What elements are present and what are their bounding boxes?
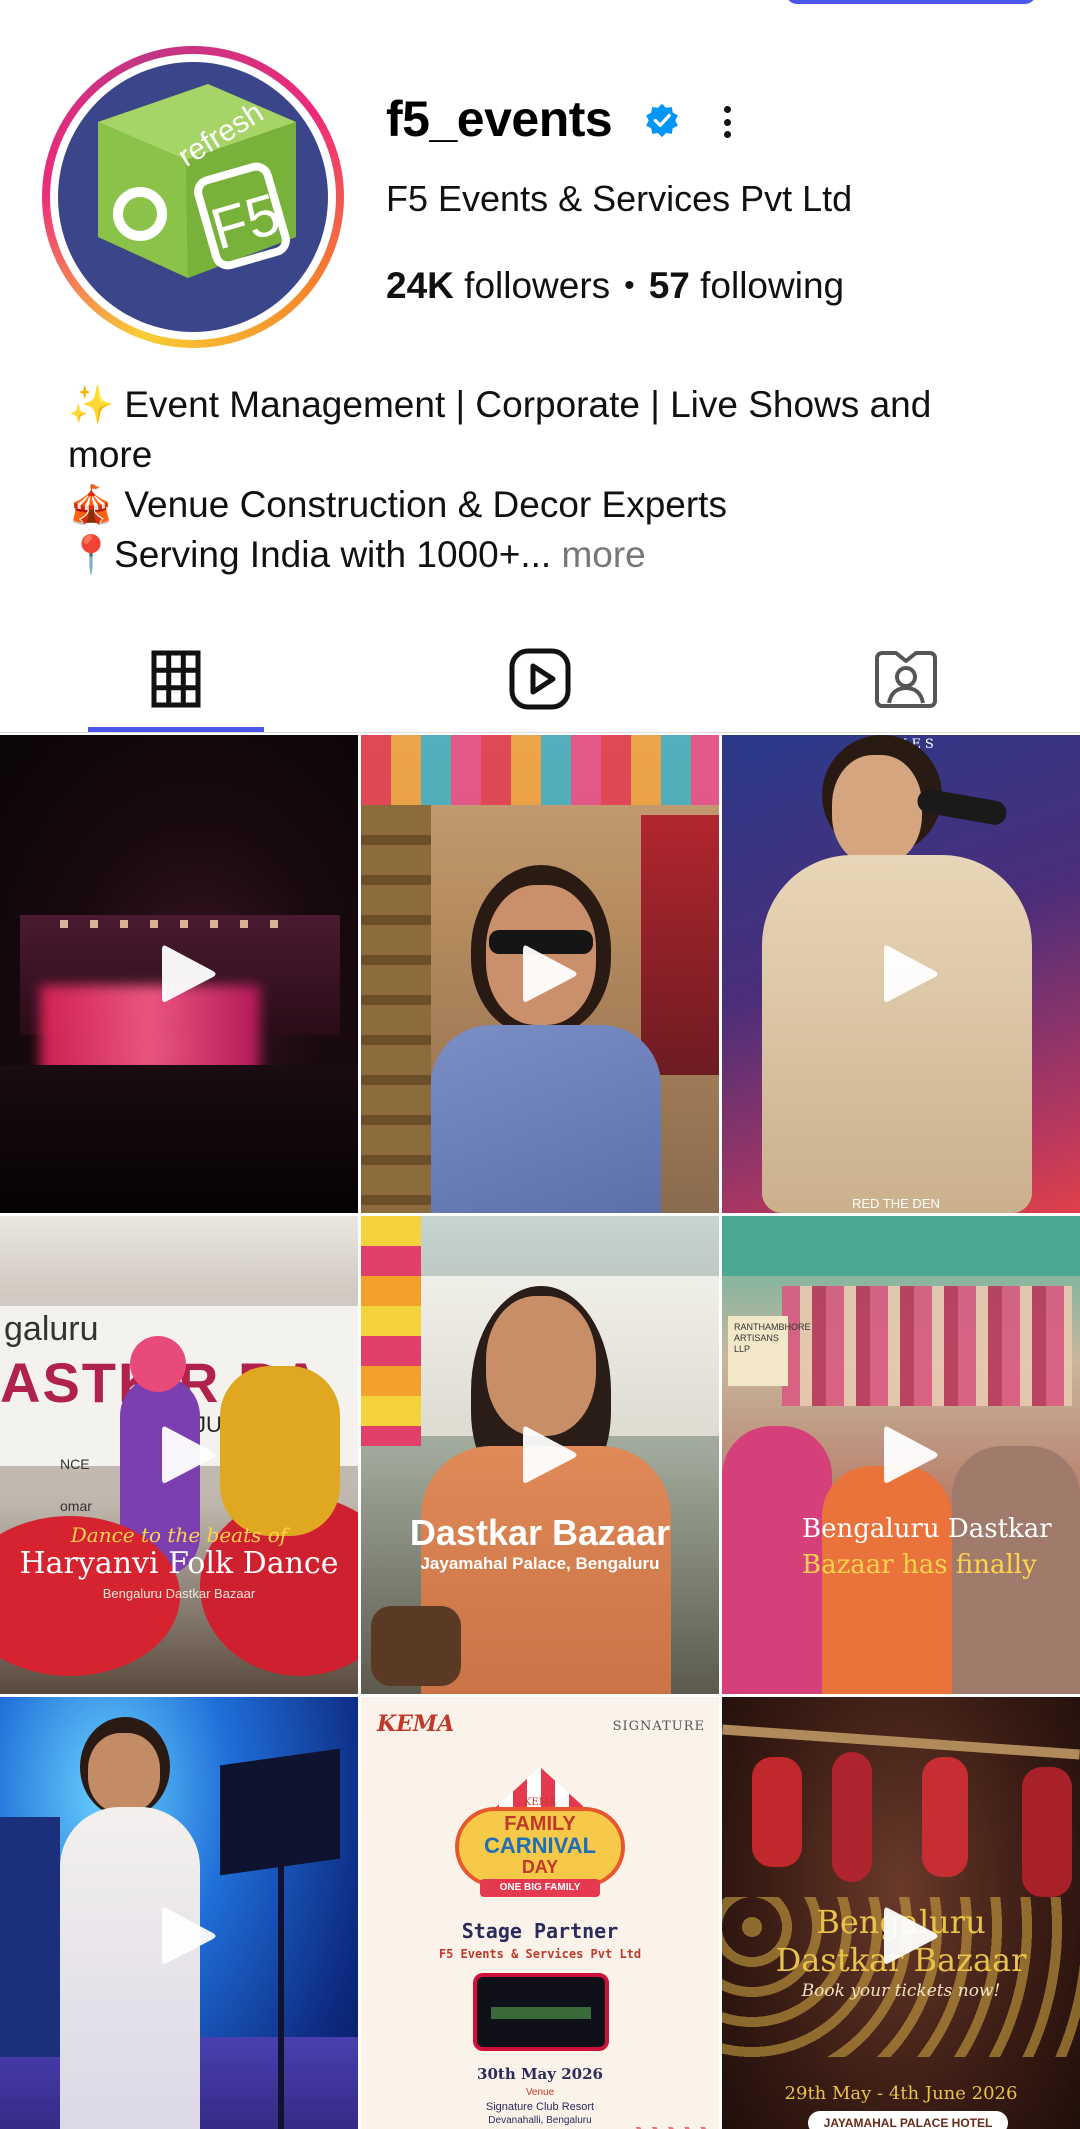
active-tab-indicator bbox=[88, 727, 264, 732]
reel-play-icon bbox=[523, 945, 577, 1002]
tile-4-banner-side2: omar bbox=[60, 1498, 92, 1514]
tile-4-banner-side: NCE bbox=[60, 1456, 90, 1472]
reel-play-icon bbox=[523, 1426, 577, 1483]
reel-play-icon bbox=[162, 1907, 216, 1964]
reel-play-icon bbox=[162, 945, 216, 1002]
tile-6-sign: RANTHAMBHORE ARTISANS LLP bbox=[728, 1316, 811, 1386]
tile-8-venue-city: Devanahalli, Bengaluru bbox=[488, 2115, 592, 2126]
tile-9-venue-pill: JAYAMAHAL PALACE HOTEL bbox=[808, 2111, 1008, 2129]
post-tile-6[interactable]: RANTHAMBHORE ARTISANS LLP Bengaluru Dast… bbox=[722, 1216, 1080, 1694]
tile-4-caption-big: Haryanvi Folk Dance bbox=[19, 1546, 339, 1581]
reel-play-icon bbox=[884, 1426, 938, 1483]
tile-8-date: 30th May 2026 bbox=[477, 2065, 603, 2083]
avatar: F5 refresh bbox=[58, 62, 328, 332]
reels-icon bbox=[509, 648, 571, 710]
profile-stats: 24K followers • 57 following bbox=[386, 265, 844, 307]
followers-stat[interactable]: 24K followers bbox=[386, 265, 610, 307]
posts-grid: HOMES RED THE DEN galuru ASTK R BA JUNE … bbox=[0, 735, 1080, 2129]
reel-play-icon bbox=[162, 1426, 216, 1483]
more-options-icon[interactable] bbox=[712, 100, 742, 144]
profile-tabs bbox=[0, 625, 1080, 733]
post-tile-4[interactable]: galuru ASTK R BA JUNE 20 NCE omar Dance … bbox=[0, 1216, 358, 1694]
bio-line-2: more bbox=[68, 434, 153, 475]
tile-4-caption-loc: Bengaluru Dastkar Bazaar bbox=[102, 1586, 256, 1601]
verified-badge-icon bbox=[646, 103, 678, 138]
bio-more-link[interactable]: more bbox=[561, 534, 645, 575]
tab-posts[interactable] bbox=[88, 625, 264, 733]
circus-tent-icon: 🎪 bbox=[68, 484, 115, 525]
following-stat[interactable]: 57 following bbox=[649, 265, 844, 307]
tile-4-caption-small: Dance to the beats of bbox=[70, 1523, 288, 1547]
profile-avatar-story-ring[interactable]: F5 refresh bbox=[42, 46, 344, 348]
bio-line-1: ✨ Event Management | Corporate | Live Sh… bbox=[68, 384, 932, 425]
bio-line-3: 🎪 Venue Construction & Decor Experts bbox=[68, 484, 727, 525]
profile-full-name: F5 Events & Services Pvt Ltd bbox=[386, 178, 853, 219]
tile-4-banner-1: galuru bbox=[4, 1310, 99, 1348]
tile-8-venue: Signature Club Resort bbox=[485, 2101, 595, 2113]
tagged-icon bbox=[875, 651, 937, 708]
grid-icon bbox=[151, 650, 201, 708]
tile-9-dates: 29th May - 4th June 2026 bbox=[784, 2083, 1018, 2104]
tab-reels[interactable] bbox=[452, 625, 628, 733]
tab-tagged[interactable] bbox=[818, 625, 994, 733]
post-tile-1[interactable] bbox=[0, 735, 358, 1213]
tile-5-caption-big: Dastkar Bazaar bbox=[409, 1512, 671, 1553]
top-action-pill[interactable] bbox=[786, 0, 1036, 4]
post-tile-7[interactable] bbox=[0, 1697, 358, 2129]
post-tile-5[interactable]: Dastkar Bazaar Jayamahal Palace, Bengalu… bbox=[361, 1216, 719, 1694]
stat-separator: • bbox=[624, 269, 635, 302]
sparkles-icon: ✨ bbox=[68, 384, 115, 425]
username: f5_events bbox=[386, 91, 613, 147]
tile-8-logo-right: SIGNATURE bbox=[612, 1719, 705, 1734]
post-tile-8[interactable]: KEMA SIGNATURE KEMA FAMILY CARNIVAL DAY … bbox=[361, 1697, 719, 2129]
post-tile-2[interactable] bbox=[361, 735, 719, 1213]
post-tile-3[interactable]: HOMES RED THE DEN bbox=[722, 735, 1080, 1213]
profile-bio: ✨ Event Management | Corporate | Live Sh… bbox=[68, 380, 1028, 580]
tile-6-caption-2: Bazaar has finally bbox=[802, 1550, 1037, 1580]
reel-play-icon bbox=[884, 1907, 938, 1964]
tile-9-caption-small: Book your tickets now! bbox=[801, 1981, 1001, 2001]
tile-8-title: Stage Partner bbox=[461, 1919, 619, 1943]
tile-6-caption-1: Bengaluru Dastkar bbox=[802, 1514, 1052, 1544]
tile-8-venue-label: Venue bbox=[525, 2087, 555, 2098]
tile-5-caption-small: Jayamahal Palace, Bengaluru bbox=[420, 1554, 660, 1573]
tile-8-subtitle: F5 Events & Services Pvt Ltd bbox=[438, 1947, 642, 1961]
tile-3-overlay-bottom: RED THE DEN bbox=[852, 1196, 940, 1211]
post-tile-9[interactable]: Bengaluru Dastkar Bazaar Book your ticke… bbox=[722, 1697, 1080, 2129]
pin-icon: 📍 bbox=[68, 534, 115, 575]
carnival-badge: KEMA FAMILY CARNIVAL DAY ONE BIG FAMILY bbox=[455, 1767, 625, 1897]
tile-8-logo-left: KEMA bbox=[377, 1711, 455, 1737]
bio-line-4: 📍Serving India with 1000+... more bbox=[68, 534, 646, 575]
reel-play-icon bbox=[884, 945, 938, 1002]
